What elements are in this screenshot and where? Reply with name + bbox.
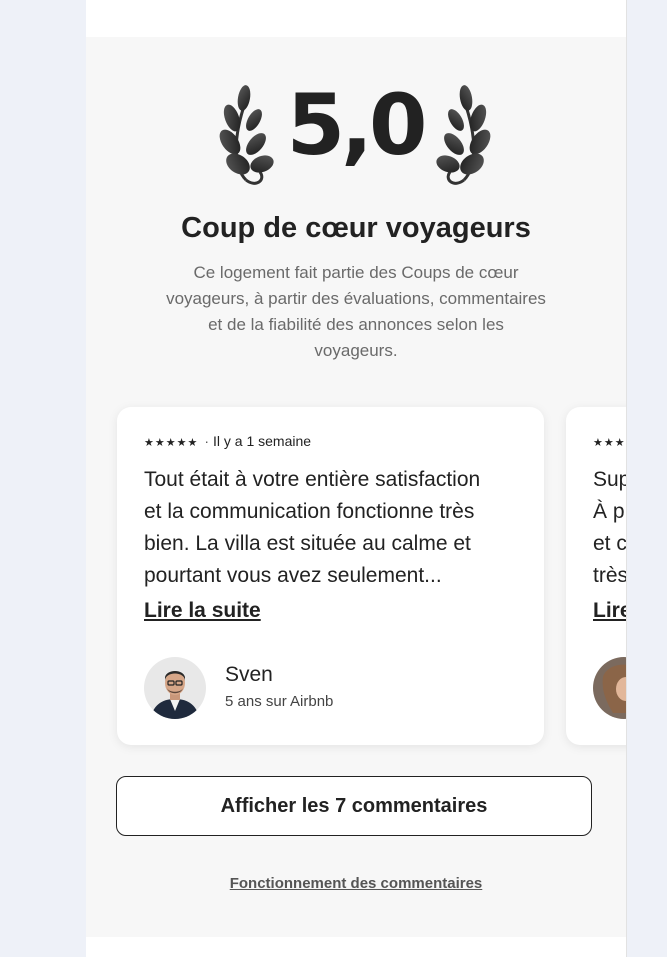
reviewer-photo xyxy=(593,657,626,719)
review-text: Sup À p et c très xyxy=(593,464,627,592)
review-meta: ★★★★★ · Il y a 1 semaine xyxy=(144,433,311,449)
how-reviews-work-link[interactable]: Fonctionnement des commentaires xyxy=(86,875,626,892)
review-card: ★★★★★ · Il y a 1 semaine Tout était à votr… xyxy=(117,407,544,745)
laurel-left-icon xyxy=(219,85,274,185)
award-title: Coup de cœur voyageurs xyxy=(181,212,531,244)
reviewer-name: Sven xyxy=(225,663,273,686)
read-more-link[interactable]: Lire xyxy=(593,599,626,623)
review-text-line: Tout était à votre entière satisfaction xyxy=(144,468,481,491)
review-text: Tout était à votre entière satisfaction … xyxy=(144,464,524,592)
star-rating-icon: ★★★ xyxy=(593,437,626,449)
review-text-line: et c xyxy=(593,532,627,555)
avatar[interactable] xyxy=(144,657,206,719)
reviews-section: 5,0 Coup de cœur voyageurs Ce logement f… xyxy=(86,0,627,957)
show-all-reviews-button[interactable]: Afficher les 7 commentaires xyxy=(116,776,592,836)
review-text-line: pourtant vous avez seulement... xyxy=(144,564,442,587)
review-card: ★★★ Sup À p et c très Lire xyxy=(566,407,627,745)
top-divider-area xyxy=(86,0,626,37)
review-text-line: et la communication fonctionne très xyxy=(144,500,475,523)
review-text-line: Sup xyxy=(593,468,627,491)
reviewer-photo xyxy=(144,657,206,719)
bottom-divider-area xyxy=(86,937,626,957)
avatar[interactable] xyxy=(593,657,626,719)
review-meta: ★★★ xyxy=(593,433,626,449)
review-text-line: À p xyxy=(593,500,625,523)
star-rating-icon: ★★★★★ xyxy=(144,437,199,449)
laurel-right-icon xyxy=(436,85,491,185)
rating-block: 5,0 xyxy=(86,80,626,190)
award-description: Ce logement fait partie des Coups de cœu… xyxy=(166,263,546,360)
review-text-line: très xyxy=(593,564,627,587)
separator-dot: · xyxy=(204,433,209,449)
overall-rating: 5,0 xyxy=(286,76,428,174)
review-text-line: bien. La villa est située au calme et xyxy=(144,532,471,555)
read-more-link[interactable]: Lire la suite xyxy=(144,599,261,623)
review-date: Il y a 1 semaine xyxy=(212,433,312,449)
reviewer-tenure: 5 ans sur Airbnb xyxy=(225,693,334,710)
